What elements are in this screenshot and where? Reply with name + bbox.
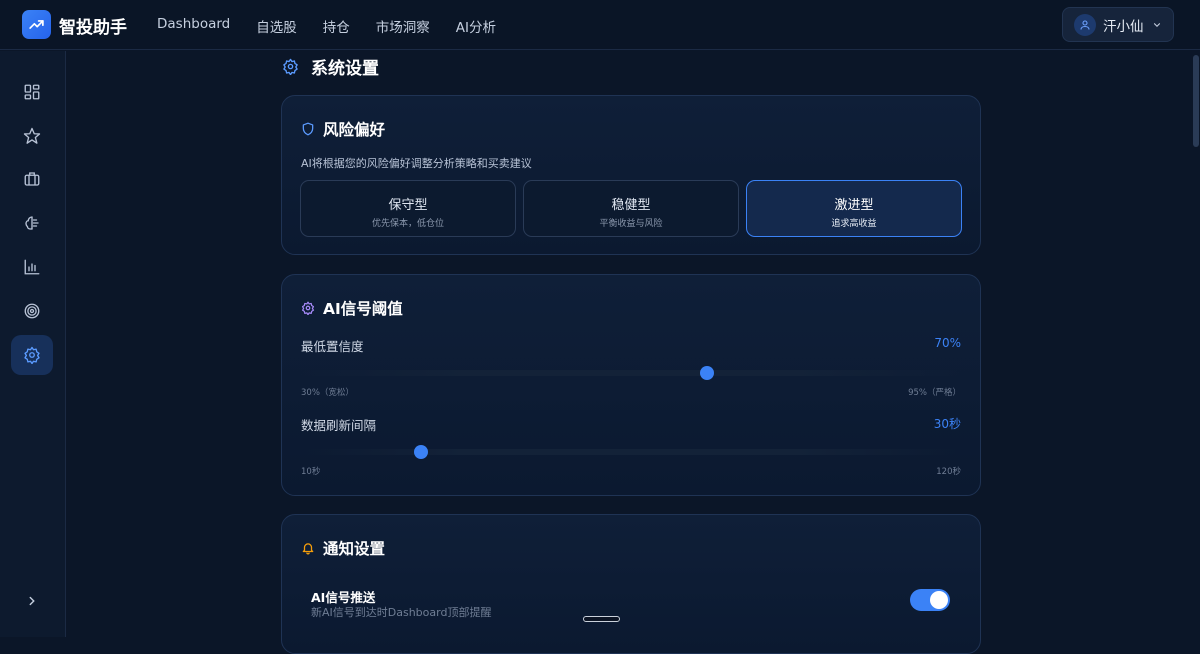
risk-option-balanced[interactable]: 稳健型 平衡收益与风险 — [523, 180, 739, 237]
user-name: 汗小仙 — [1103, 18, 1144, 35]
refresh-min-label: 10秒 — [301, 467, 321, 477]
avatar — [1074, 13, 1096, 36]
push-description: 新AI信号到达时Dashboard顶部提醒 — [311, 606, 492, 619]
nav-ai-analysis[interactable]: AI分析 — [456, 16, 496, 36]
sidebar-item-analytics[interactable] — [11, 247, 53, 287]
ai-signal-threshold-card: AI信号阈值 最低置信度 70% 30%（宽松） 95%（严格） 数据刷新间隔 … — [281, 274, 981, 496]
brand-name: 智投助手 — [59, 18, 127, 38]
star-icon — [23, 127, 41, 144]
sidebar-expand-button[interactable] — [11, 581, 53, 621]
risk-option-conservative[interactable]: 保守型 优先保本，低仓位 — [300, 180, 516, 237]
user-menu-button[interactable]: 汗小仙 — [1062, 7, 1174, 42]
scrollbar-thumb[interactable] — [1193, 55, 1199, 147]
page-header: 系统设置 — [282, 54, 379, 79]
sidebar-item-ai-brain[interactable] — [11, 203, 53, 243]
toggle-knob — [930, 591, 948, 609]
nav-holdings[interactable]: 持仓 — [323, 16, 350, 36]
bell-icon — [302, 543, 314, 555]
confidence-max-label: 95%（严格） — [908, 388, 961, 398]
gear-icon — [283, 58, 298, 75]
nav-dashboard[interactable]: Dashboard — [157, 16, 230, 36]
main-nav: Dashboard 自选股 持仓 市场洞察 AI分析 — [157, 16, 522, 36]
confidence-label: 最低置信度 — [301, 339, 364, 354]
nav-market-insights[interactable]: 市场洞察 — [376, 16, 430, 36]
target-icon — [24, 303, 40, 319]
logo[interactable] — [22, 10, 51, 39]
chevron-down-icon — [1153, 22, 1160, 27]
gear-icon — [24, 346, 40, 364]
refresh-interval-label: 数据刷新间隔 — [301, 418, 377, 433]
gear-icon — [301, 301, 315, 315]
sidebar-item-target[interactable] — [11, 291, 53, 331]
page-title: 系统设置 — [311, 59, 379, 79]
user-icon — [1080, 19, 1090, 30]
bar-chart-icon — [24, 259, 40, 275]
briefcase-icon — [24, 172, 40, 186]
top-bar: 智投助手 Dashboard 自选股 持仓 市场洞察 AI分析 汗小仙 — [0, 0, 1200, 50]
signal-title: AI信号阈值 — [323, 300, 403, 318]
sidebar — [0, 51, 66, 637]
brain-icon — [25, 216, 39, 230]
risk-option-aggressive[interactable]: 激进型 追求高收益 — [746, 180, 962, 237]
sidebar-item-holdings[interactable] — [11, 159, 53, 199]
trending-up-icon — [29, 20, 44, 29]
refresh-slider-thumb[interactable] — [414, 445, 428, 459]
grid-icon — [24, 84, 40, 100]
shield-icon — [302, 122, 314, 136]
sidebar-item-settings[interactable] — [11, 335, 53, 375]
confidence-slider-track[interactable] — [301, 370, 961, 376]
risk-preference-card: 风险偏好 AI将根据您的风险偏好调整分析策略和买卖建议 保守型 优先保本，低仓位… — [281, 95, 981, 255]
risk-description: AI将根据您的风险偏好调整分析策略和买卖建议 — [301, 157, 532, 170]
push-toggle[interactable] — [910, 589, 950, 611]
sidebar-item-dashboard[interactable] — [11, 72, 53, 112]
confidence-min-label: 30%（宽松） — [301, 388, 354, 398]
confidence-value: 70% — [934, 336, 961, 350]
confidence-slider-thumb[interactable] — [700, 366, 715, 380]
nav-watchlist[interactable]: 自选股 — [256, 16, 297, 36]
risk-title: 风险偏好 — [323, 121, 386, 139]
sidebar-item-watchlist[interactable] — [11, 116, 53, 156]
refresh-slider-track[interactable] — [301, 449, 961, 455]
refresh-interval-value: 30秒 — [933, 417, 961, 431]
home-indicator — [583, 616, 620, 622]
chevron-right-icon — [29, 596, 35, 606]
notify-title: 通知设置 — [323, 540, 386, 558]
notification-settings-card: 通知设置 AI信号推送 新AI信号到达时Dashboard顶部提醒 — [281, 514, 981, 654]
refresh-max-label: 120秒 — [936, 467, 961, 477]
